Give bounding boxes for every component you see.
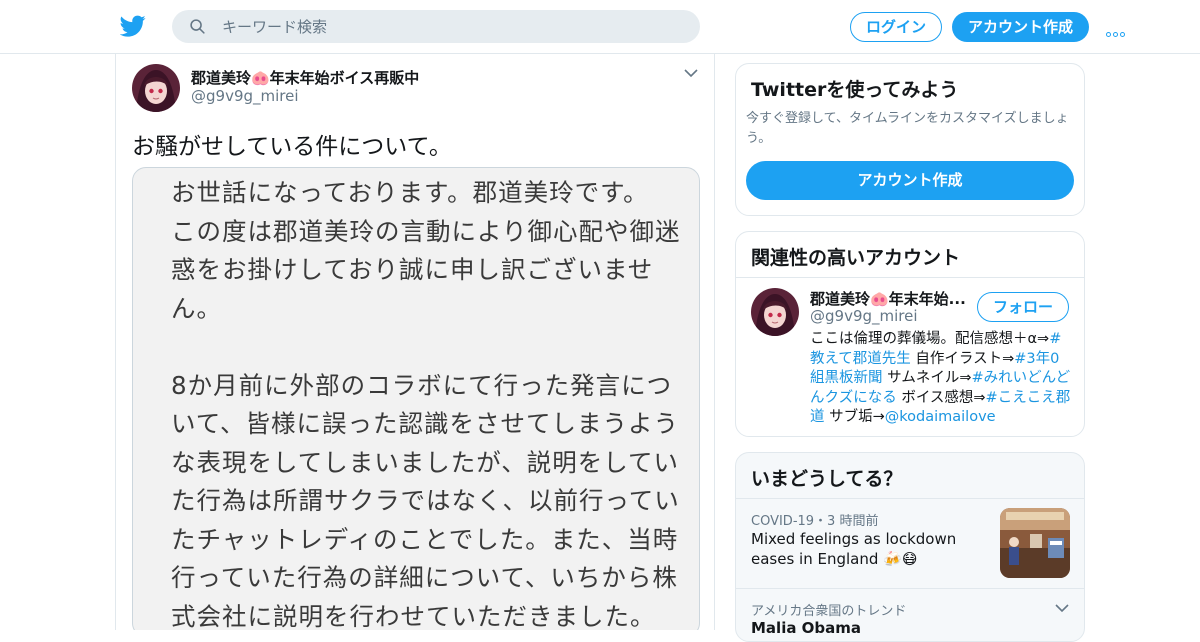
trend-headline[interactable]: Malia Obama [751, 619, 861, 637]
trends-card: いまどうしてる？ COVID-19・3 時間前 Mixed feelings a… [735, 452, 1085, 642]
more-dots-icon[interactable] [1106, 22, 1130, 37]
bio-text: ボイス感想⇒ [896, 389, 986, 406]
image-line: ん。 [171, 293, 222, 323]
related-account-avatar[interactable] [751, 288, 799, 336]
tweet-author-handle[interactable]: @g9v9g_mirei [191, 87, 299, 105]
image-line: 惑をお掛けしており誠に申し訳ございませ [171, 255, 654, 284]
related-account-handle[interactable]: @g9v9g_mirei [810, 307, 918, 325]
image-line: いて、皆様に誤った認識をさせてしまうよう [171, 409, 680, 438]
bio-text: ここは倫理の葬儀場。配信感想＋α⇒ [810, 331, 1050, 347]
tweet-card: 郡道美玲🐽年末年始ボイス再販中 @g9v9g_mirei お騒がせしている件につ… [115, 54, 715, 630]
chevron-down-icon[interactable] [1055, 603, 1069, 613]
image-line: 式会社に説明を行わせていただきました。 [171, 601, 656, 631]
related-account-name[interactable]: 郡道美玲🐽年末年始... [810, 288, 972, 309]
signup-card-button[interactable]: アカウント作成 [746, 161, 1074, 200]
trends-title: いまどうしてる？ [751, 468, 903, 490]
divider [736, 277, 1084, 278]
signup-card-description: 今すぐ登録して、タイムラインをカスタマイズしましょう。 [746, 111, 1069, 146]
image-line: 行っていた行為の詳細について、いちから株 [171, 563, 678, 592]
image-line: な表現をしてしまいましたが、説明をしてい [171, 447, 680, 477]
search-box[interactable] [172, 10, 700, 43]
image-line: お世話になっております。郡道美玲です。 [171, 178, 649, 207]
search-icon [190, 19, 205, 34]
signup-button[interactable]: アカウント作成 [952, 12, 1089, 42]
divider [736, 588, 1084, 589]
tweet-image-text: お世話になっております。郡道美玲です。 この度は郡道美玲の言動により御心配や御迷… [171, 174, 681, 630]
related-account-bio: ここは倫理の葬儀場。配信感想＋α⇒#教えて郡道先生 自作イラスト⇒#3年0組黒板… [810, 330, 1072, 428]
mention-link[interactable]: @kodaimailove [885, 409, 996, 425]
trend-headline[interactable]: Mixed feelings as lockdown eases in Engl… [751, 529, 991, 569]
twitter-bird-icon[interactable] [120, 13, 146, 39]
chevron-down-icon[interactable] [684, 68, 698, 78]
trend-meta: アメリカ合衆国のトレンド [751, 604, 907, 619]
bio-text: 自作イラスト⇒ [910, 350, 1015, 367]
top-navigation-bar: ログイン アカウント作成 [0, 0, 1200, 54]
image-line: た行為は所謂サクラではなく、以前行ってい [171, 486, 680, 515]
trend-meta: COVID-19・3 時間前 [751, 514, 879, 529]
trend-thumbnail[interactable] [1000, 508, 1070, 578]
signup-card-title: Twitterを使ってみよう [751, 79, 959, 101]
related-accounts-card: 関連性の高いアカウント 郡道美玲🐽年末年始... @g9v9g_mirei フォ… [735, 231, 1085, 437]
image-line: 8か月前に外部のコラボにて行った発言につ [171, 370, 673, 400]
bio-text: サブ垢→ [824, 409, 885, 425]
bio-text: サムネイル⇒ [882, 370, 972, 386]
search-input[interactable] [222, 10, 682, 43]
follow-button[interactable]: フォロー [977, 292, 1069, 322]
tweet-author-name[interactable]: 郡道美玲🐽年末年始ボイス再販中 [191, 67, 419, 88]
signup-promo-card: Twitterを使ってみよう 今すぐ登録して、タイムラインをカスタマイズしましょ… [735, 63, 1085, 216]
image-line: この度は郡道美玲の言動により御心配や御迷 [171, 216, 681, 246]
related-accounts-title: 関連性の高いアカウント [751, 247, 961, 269]
image-line [171, 328, 681, 367]
tweet-image[interactable]: お世話になっております。郡道美玲です。 この度は郡道美玲の言動により御心配や御迷… [132, 167, 700, 630]
image-line: たチャットレディのことでした。また、当時 [171, 524, 679, 554]
tweet-text: お騒がせしている件について。 [132, 134, 452, 160]
divider [736, 498, 1084, 499]
login-button[interactable]: ログイン [850, 12, 942, 42]
avatar[interactable] [132, 64, 180, 112]
